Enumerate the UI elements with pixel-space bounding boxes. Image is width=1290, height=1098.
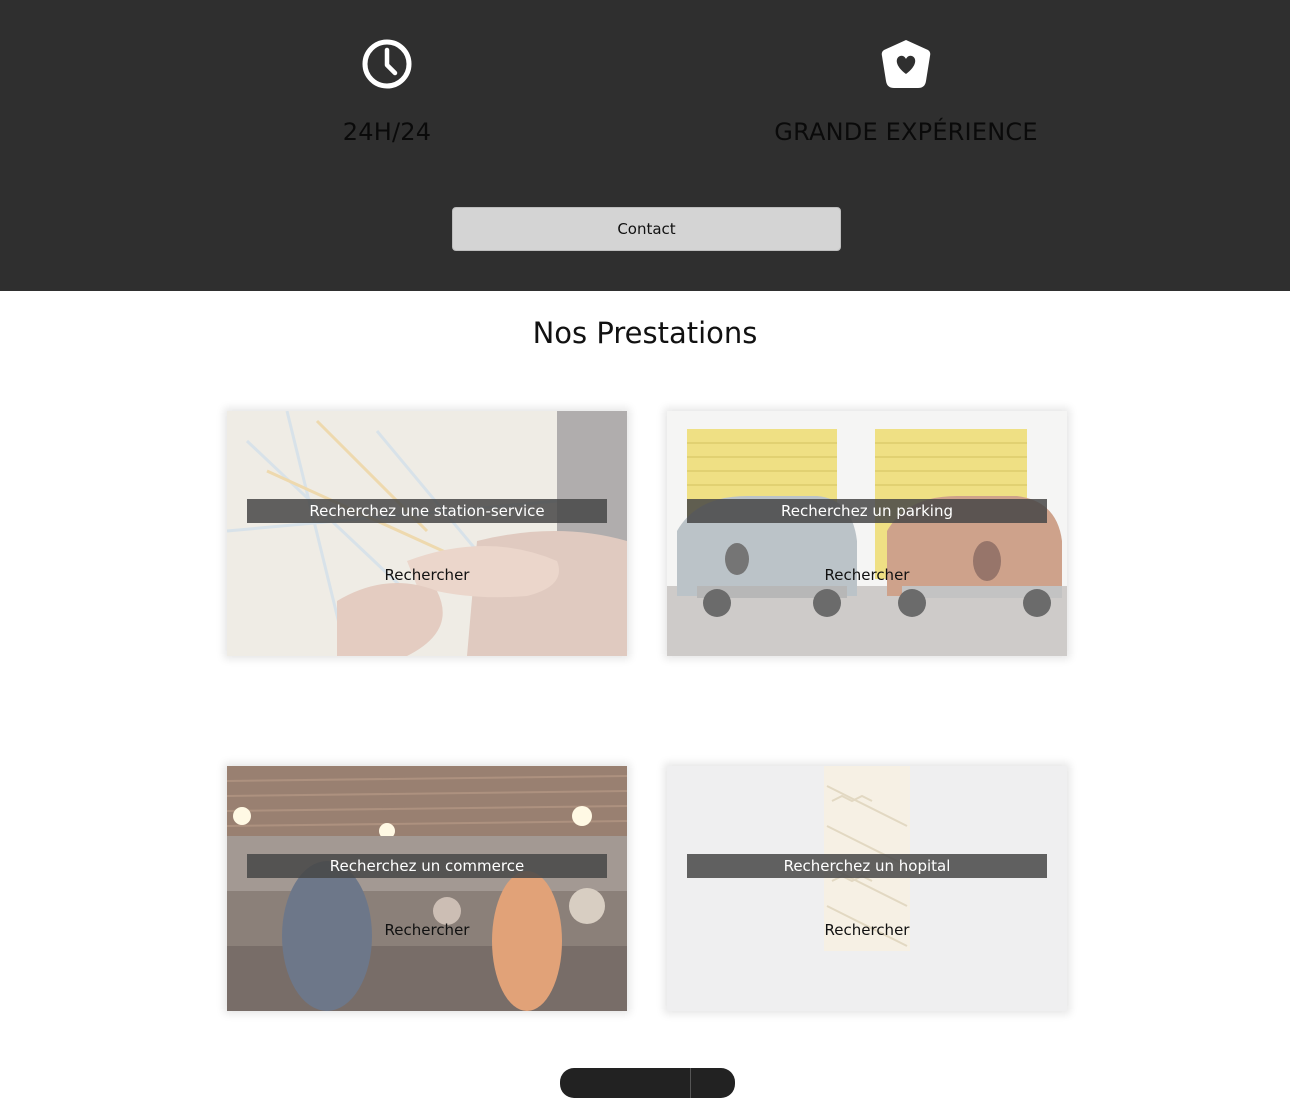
contact-button[interactable]: Contact — [452, 207, 841, 251]
card-label: Recherchez un parking — [687, 499, 1047, 523]
toolbar-divider — [690, 1068, 691, 1098]
feature-title: GRANDE EXPÉRIENCE — [774, 118, 1038, 146]
service-card-commerce[interactable]: Recherchez un commerce Rechercher — [227, 766, 627, 1011]
card-label: Recherchez un hopital — [687, 854, 1047, 878]
card-label: Recherchez un commerce — [247, 854, 607, 878]
feature-availability: 24H/24 — [237, 38, 537, 146]
service-card-station[interactable]: Recherchez une station-service Recherche… — [227, 411, 627, 656]
search-button[interactable]: Rechercher — [667, 566, 1067, 584]
service-card-hopital[interactable]: Recherchez un hopital Rechercher — [667, 766, 1067, 1011]
shield-heart-icon — [881, 40, 931, 88]
hero-banner: 24H/24 GRANDE EXPÉRIENCE Contact — [0, 0, 1290, 291]
card-label: Recherchez une station-service — [247, 499, 607, 523]
service-card-parking[interactable]: Recherchez un parking Rechercher — [667, 411, 1067, 656]
floating-toolbar[interactable] — [560, 1068, 735, 1098]
feature-experience: GRANDE EXPÉRIENCE — [756, 38, 1056, 146]
search-button[interactable]: Rechercher — [667, 921, 1067, 939]
search-button[interactable]: Rechercher — [227, 921, 627, 939]
feature-title: 24H/24 — [342, 118, 432, 146]
section-title: Nos Prestations — [532, 316, 758, 350]
clock-icon — [362, 39, 412, 89]
search-button[interactable]: Rechercher — [227, 566, 627, 584]
